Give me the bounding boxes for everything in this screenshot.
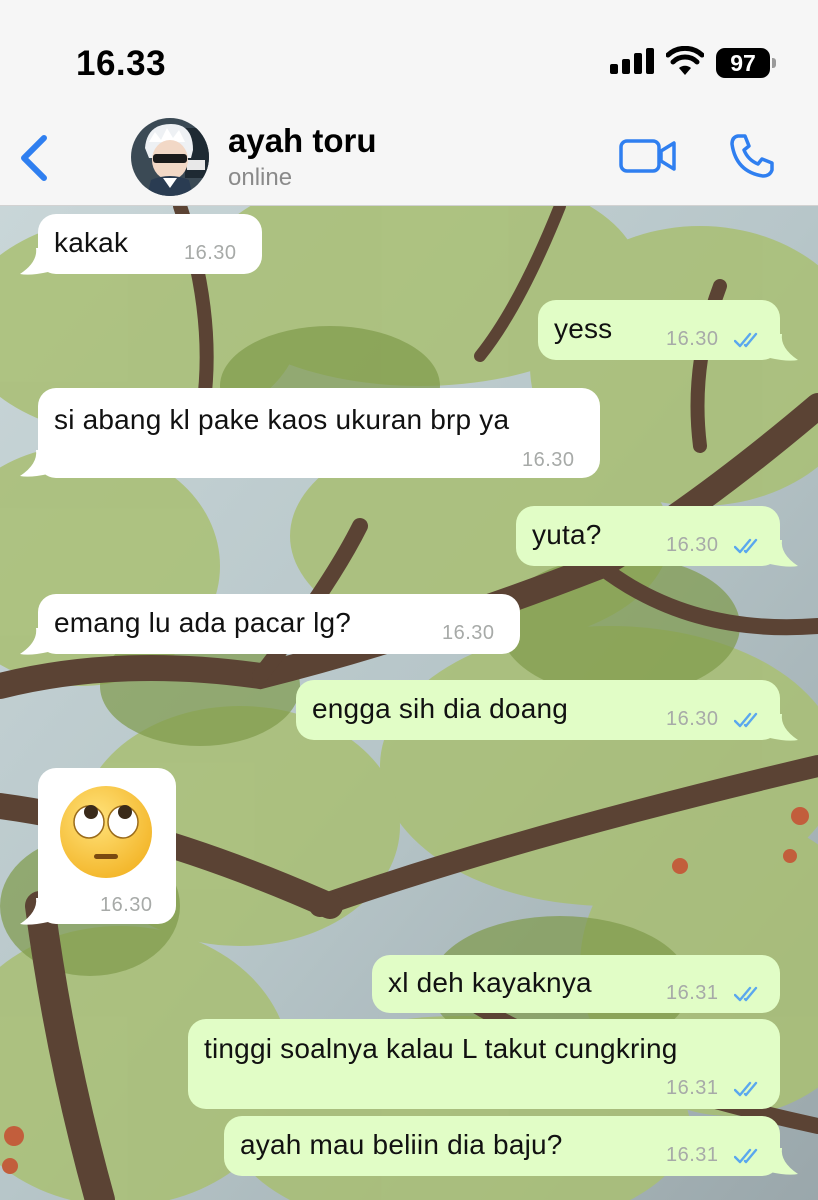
message-text: emang lu ada pacar lg? <box>54 607 352 638</box>
message-time: 16.30 <box>184 242 237 264</box>
cellular-signal-icon <box>610 48 654 74</box>
message-time: 16.30 <box>100 894 153 916</box>
contact-status: online <box>228 164 293 191</box>
message-bubble-outgoing[interactable]: xl deh kayaknya 16.31 <box>372 955 780 1013</box>
battery-level: 97 <box>716 48 770 78</box>
message-bubble-outgoing[interactable]: yuta? 16.30 <box>516 506 780 566</box>
video-call-icon[interactable] <box>618 136 678 176</box>
read-receipt-icon <box>734 712 758 728</box>
message-text: yess <box>554 313 613 344</box>
read-receipt-icon <box>734 332 758 348</box>
message-time: 16.30 <box>666 708 719 730</box>
read-receipt-icon <box>734 1081 758 1097</box>
avatar-image <box>131 118 209 196</box>
read-receipt-icon <box>734 986 758 1002</box>
message-bubble-incoming-emoji[interactable]: 16.30 <box>38 768 176 924</box>
battery-cap <box>772 58 776 68</box>
message-text: si abang kl pake kaos ukuran brp ya <box>54 404 510 435</box>
battery-icon: 97 <box>716 48 776 78</box>
message-text: ayah mau beliin dia baju? <box>240 1129 563 1160</box>
message-bubble-outgoing[interactable]: yess 16.30 <box>538 300 780 360</box>
message-time: 16.30 <box>442 622 495 644</box>
message-text: yuta? <box>532 519 602 550</box>
message-time: 16.30 <box>666 534 719 556</box>
message-bubble-incoming[interactable]: kakak 16.30 <box>38 214 262 274</box>
message-bubble-incoming[interactable]: si abang kl pake kaos ukuran brp ya 16.3… <box>38 388 600 478</box>
contact-name[interactable]: ayah toru <box>228 122 377 160</box>
contact-avatar[interactable] <box>131 118 209 196</box>
back-chevron-icon[interactable] <box>14 132 54 184</box>
wifi-icon <box>666 46 704 75</box>
message-text: kakak <box>54 227 129 258</box>
read-receipt-icon <box>734 538 758 554</box>
message-text: engga sih dia doang <box>312 693 569 724</box>
message-time: 16.31 <box>666 1077 719 1099</box>
message-time: 16.30 <box>522 449 575 471</box>
message-text: tinggi soalnya kalau L takut cungkring <box>204 1033 678 1064</box>
message-time: 16.31 <box>666 1144 719 1166</box>
read-receipt-icon <box>734 1148 758 1164</box>
phone-call-icon[interactable] <box>728 132 776 180</box>
rolling-eyes-emoji-icon <box>60 786 152 878</box>
message-time: 16.31 <box>666 982 719 1004</box>
message-bubble-outgoing[interactable]: tinggi soalnya kalau L takut cungkring 1… <box>188 1019 780 1109</box>
status-bar-time: 16.33 <box>76 44 167 83</box>
message-time: 16.30 <box>666 328 719 350</box>
message-text: xl deh kayaknya <box>388 967 592 998</box>
message-bubble-outgoing[interactable]: engga sih dia doang 16.30 <box>296 680 780 740</box>
message-bubble-incoming[interactable]: emang lu ada pacar lg? 16.30 <box>38 594 520 654</box>
message-bubble-outgoing[interactable]: ayah mau beliin dia baju? 16.31 <box>224 1116 780 1176</box>
chat-header: 16.33 97 ayah toru online <box>0 0 818 206</box>
